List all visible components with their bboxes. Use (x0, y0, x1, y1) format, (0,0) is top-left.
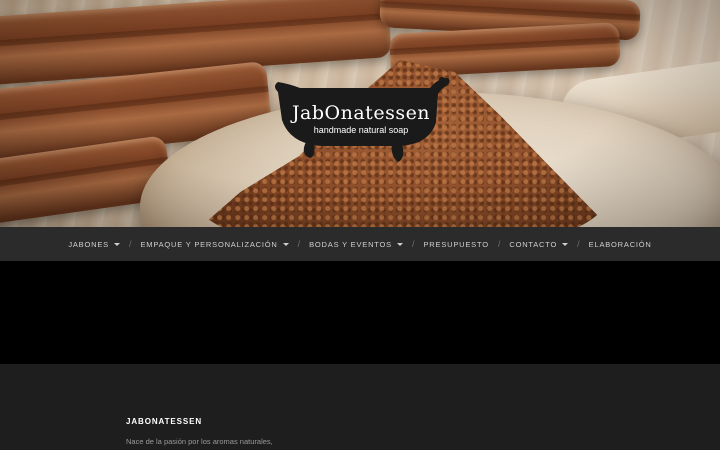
nav-label: EMPAQUE Y PERSONALIZACIÓN (140, 239, 278, 249)
site-logo[interactable]: JabOnatessen handmade natural soap (270, 72, 452, 164)
logo-subtitle: handmade natural soap (313, 125, 409, 135)
logo-title: JabOnatessen (291, 102, 431, 124)
content-area (0, 261, 720, 364)
chevron-down-icon (282, 242, 289, 246)
nav-item-jabones[interactable]: JABONES (68, 240, 120, 249)
nav-item-presupuesto[interactable]: PRESUPUESTO (424, 240, 489, 249)
nav-label: JABONES (68, 239, 109, 249)
nav-item-elaboracion[interactable]: ELABORACIÓN (589, 240, 652, 249)
footer-description: Nace de la pasión por los aromas natural… (126, 437, 273, 446)
footer: JABONATESSEN Nace de la pasión por los a… (0, 364, 720, 450)
chevron-down-icon (113, 242, 120, 246)
nav-label: CONTACTO (509, 239, 558, 249)
nav-separator: / (411, 239, 415, 249)
hero-banner: JabOnatessen handmade natural soap (0, 0, 720, 227)
nav-label: PRESUPUESTO (423, 239, 489, 249)
nav-item-bodas[interactable]: BODAS Y EVENTOS (309, 240, 403, 249)
main-navigation: JABONES / EMPAQUE Y PERSONALIZACIÓN / BO… (0, 227, 720, 261)
nav-label: ELABORACIÓN (588, 239, 652, 249)
nav-separator: / (497, 239, 501, 249)
nav-separator: / (128, 239, 132, 249)
footer-title: JABONATESSEN (126, 417, 202, 426)
chevron-down-icon (562, 242, 569, 246)
nav-separator: / (297, 239, 301, 249)
chevron-down-icon (396, 242, 403, 246)
nav-separator: / (577, 239, 580, 249)
nav-item-contacto[interactable]: CONTACTO (509, 239, 569, 249)
nav-item-empaque[interactable]: EMPAQUE Y PERSONALIZACIÓN (140, 239, 289, 249)
nav-label: BODAS Y EVENTOS (309, 239, 392, 249)
